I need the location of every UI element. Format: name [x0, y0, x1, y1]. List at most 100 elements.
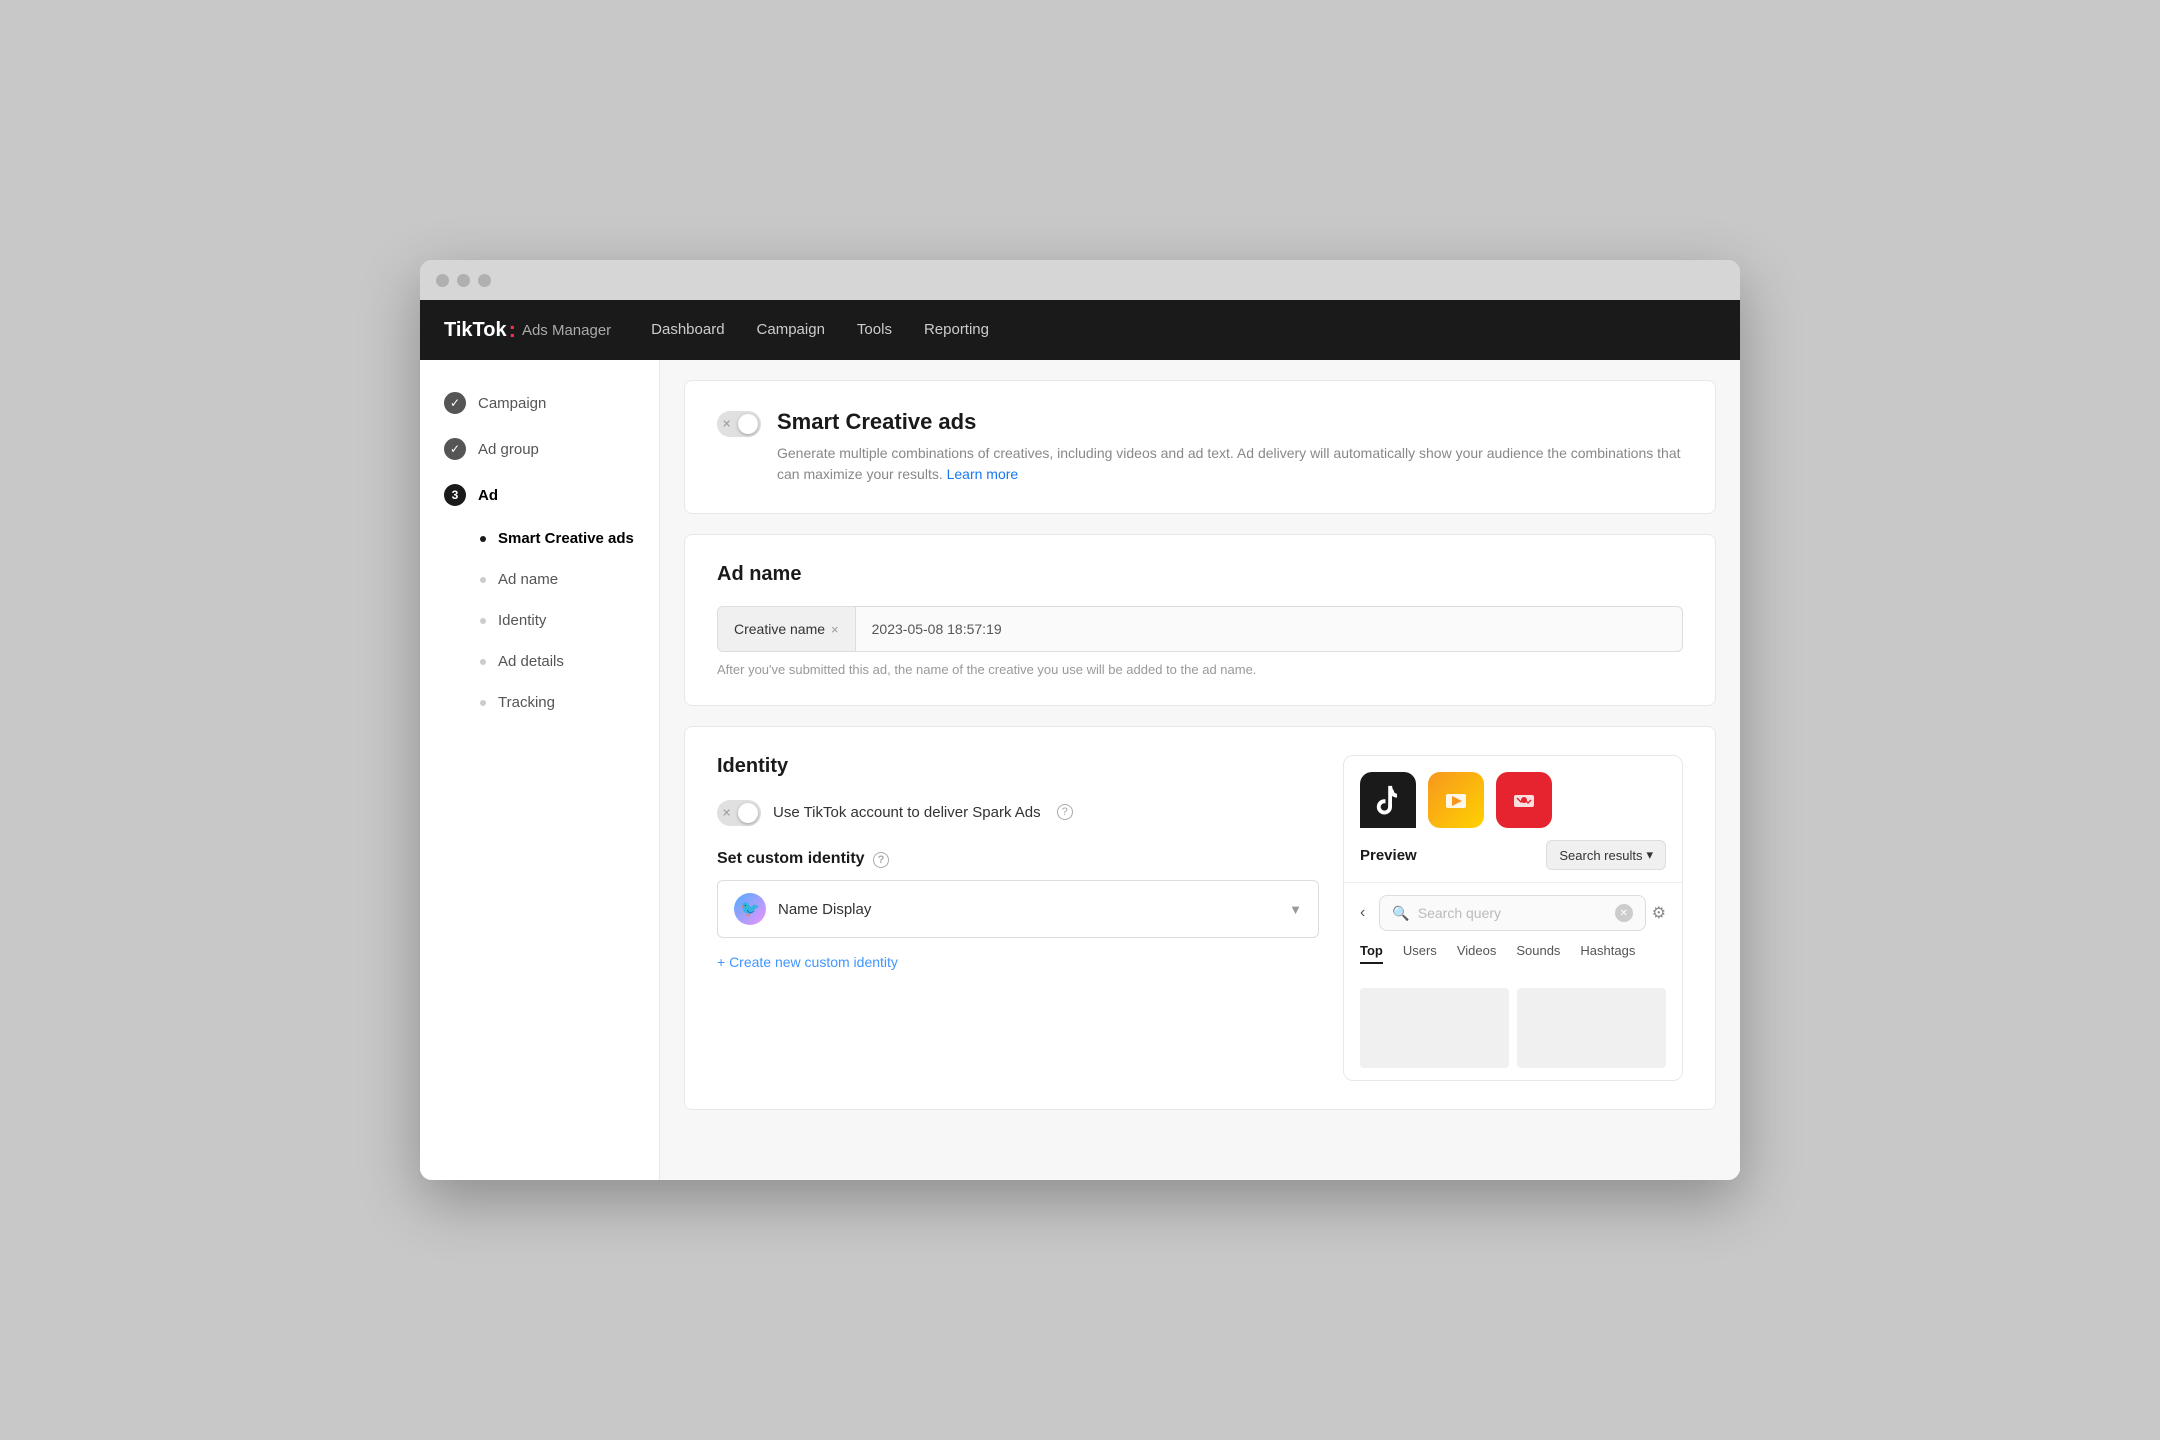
- identity-section: Identity ✕ Use TikTok account to deliver…: [717, 755, 1683, 1081]
- logo-tiktok-text: TikTok: [444, 319, 507, 342]
- ad-name-hint: After you've submitted this ad, the name…: [717, 662, 1683, 677]
- search-query-placeholder: Search query: [1418, 905, 1607, 921]
- main-layout: ✓ Campaign ✓ Ad group 3 Ad Smart Creativ…: [420, 360, 1740, 1180]
- nav-tools[interactable]: Tools: [857, 321, 892, 338]
- search-tab-top[interactable]: Top: [1360, 943, 1383, 964]
- search-results-label: Search results: [1559, 848, 1642, 863]
- ad-name-input-row: Creative name × 2023-05-08 18:57:19: [717, 606, 1683, 652]
- spark-ads-help-icon[interactable]: ?: [1057, 804, 1073, 820]
- identity-card: Identity ✕ Use TikTok account to deliver…: [684, 726, 1716, 1110]
- title-bar: [420, 260, 1740, 300]
- nav-campaign[interactable]: Campaign: [757, 321, 825, 338]
- ad-name-dot-icon: [480, 577, 486, 583]
- nav-reporting[interactable]: Reporting: [924, 321, 989, 338]
- traffic-light-1: [436, 274, 449, 287]
- traffic-light-2: [457, 274, 470, 287]
- create-identity-link[interactable]: + Create new custom identity: [717, 954, 1319, 970]
- smart-creative-desc: Generate multiple combinations of creati…: [777, 443, 1683, 485]
- sidebar-label-smart-creative: Smart Creative ads: [498, 530, 634, 547]
- identity-display-name: Name Display: [778, 901, 1277, 918]
- preview-tab-label: Preview: [1360, 847, 1538, 864]
- tag-remove-icon[interactable]: ×: [831, 622, 839, 637]
- search-results-button[interactable]: Search results ▾: [1546, 840, 1666, 870]
- sidebar-label-tracking: Tracking: [498, 694, 555, 711]
- back-button[interactable]: ‹: [1360, 900, 1373, 926]
- result-placeholder-1: [1360, 988, 1509, 1068]
- logo-dot: :: [509, 317, 516, 343]
- sidebar-item-ad[interactable]: 3 Ad: [420, 472, 659, 518]
- ad-details-dot-icon: [480, 659, 486, 665]
- result-placeholder-2: [1517, 988, 1666, 1068]
- ad-number-icon: 3: [444, 484, 466, 506]
- preview-tabs: Preview Search results ▾: [1344, 828, 1682, 883]
- search-tab-hashtags[interactable]: Hashtags: [1580, 943, 1635, 964]
- logo: TikTok : Ads Manager: [444, 317, 611, 343]
- ad-group-check-icon: ✓: [444, 438, 466, 460]
- smart-creative-header: ✕ Smart Creative ads Generate multiple c…: [717, 409, 1683, 485]
- sidebar-item-ad-group[interactable]: ✓ Ad group: [420, 426, 659, 472]
- toggle-knob: [738, 414, 758, 434]
- sidebar-label-ad-name: Ad name: [498, 571, 558, 588]
- dropdown-arrow-icon: ▼: [1289, 902, 1302, 917]
- app-window: TikTok : Ads Manager Dashboard Campaign …: [420, 260, 1740, 1180]
- spark-ads-toggle-row: ✕ Use TikTok account to deliver Spark Ad…: [717, 798, 1319, 826]
- sidebar-label-ad-details: Ad details: [498, 653, 564, 670]
- spark-toggle-x-icon: ✕: [722, 807, 731, 820]
- ad-name-tag: Creative name ×: [718, 607, 856, 651]
- ad-name-card: Ad name Creative name × 2023-05-08 18:57…: [684, 534, 1716, 706]
- traffic-light-3: [478, 274, 491, 287]
- smart-creative-text: Smart Creative ads Generate multiple com…: [777, 409, 1683, 485]
- ad-name-value: 2023-05-08 18:57:19: [856, 607, 1682, 651]
- sidebar-label-ad: Ad: [478, 487, 498, 504]
- orange-app-icon[interactable]: [1428, 772, 1484, 828]
- smart-creative-title: Smart Creative ads: [777, 409, 1683, 435]
- sidebar-item-identity[interactable]: Identity: [420, 600, 659, 641]
- topnav-links: Dashboard Campaign Tools Reporting: [651, 321, 989, 339]
- custom-identity-help-icon[interactable]: ?: [873, 852, 889, 868]
- sidebar-item-smart-creative[interactable]: Smart Creative ads: [420, 518, 659, 559]
- spark-ads-label: Use TikTok account to deliver Spark Ads: [773, 804, 1041, 821]
- sidebar-item-ad-details[interactable]: Ad details: [420, 641, 659, 682]
- search-tab-videos[interactable]: Videos: [1457, 943, 1497, 964]
- smart-creative-dot-icon: [480, 536, 486, 542]
- search-icon: 🔍: [1392, 905, 1409, 922]
- identity-section-title: Identity: [717, 755, 1319, 778]
- tracking-dot-icon: [480, 700, 486, 706]
- sidebar-item-ad-name[interactable]: Ad name: [420, 559, 659, 600]
- identity-left: Identity ✕ Use TikTok account to deliver…: [717, 755, 1319, 1081]
- sidebar: ✓ Campaign ✓ Ad group 3 Ad Smart Creativ…: [420, 360, 660, 1180]
- identity-avatar: 🐦: [734, 893, 766, 925]
- sidebar-label-campaign: Campaign: [478, 395, 546, 412]
- search-tabs: Top Users Videos Sounds Hashtags: [1360, 943, 1666, 964]
- preview-panel: Preview Search results ▾ ‹: [1343, 755, 1683, 1081]
- main-content: ✕ Smart Creative ads Generate multiple c…: [660, 360, 1740, 1180]
- learn-more-link[interactable]: Learn more: [947, 466, 1019, 482]
- search-results-area: [1344, 976, 1682, 1080]
- ad-name-section-title: Ad name: [717, 563, 1683, 586]
- smart-creative-card: ✕ Smart Creative ads Generate multiple c…: [684, 380, 1716, 514]
- spark-ads-toggle[interactable]: ✕: [717, 800, 761, 826]
- sidebar-label-ad-group: Ad group: [478, 441, 539, 458]
- identity-right: Preview Search results ▾ ‹: [1343, 755, 1683, 1081]
- custom-identity-label: Set custom identity ?: [717, 850, 1319, 868]
- sidebar-item-campaign[interactable]: ✓ Campaign: [420, 380, 659, 426]
- nav-dashboard[interactable]: Dashboard: [651, 321, 724, 338]
- sidebar-label-identity: Identity: [498, 612, 546, 629]
- search-tab-users[interactable]: Users: [1403, 943, 1437, 964]
- sidebar-item-tracking[interactable]: Tracking: [420, 682, 659, 723]
- search-clear-icon[interactable]: ✕: [1615, 904, 1633, 922]
- search-results-chevron-icon: ▾: [1646, 847, 1653, 863]
- search-tab-sounds[interactable]: Sounds: [1516, 943, 1560, 964]
- search-bar[interactable]: 🔍 Search query ✕: [1379, 895, 1645, 931]
- logo-ads-text: Ads Manager: [522, 322, 611, 339]
- campaign-check-icon: ✓: [444, 392, 466, 414]
- smart-creative-toggle[interactable]: ✕: [717, 411, 761, 437]
- tiktok-app-icon[interactable]: [1360, 772, 1416, 828]
- red-app-icon[interactable]: [1496, 772, 1552, 828]
- ad-name-tag-label: Creative name: [734, 621, 825, 637]
- spark-toggle-knob: [738, 803, 758, 823]
- search-filter-icon[interactable]: ⚙: [1652, 903, 1666, 923]
- identity-dropdown[interactable]: 🐦 Name Display ▼: [717, 880, 1319, 938]
- identity-dot-icon: [480, 618, 486, 624]
- top-navigation: TikTok : Ads Manager Dashboard Campaign …: [420, 300, 1740, 360]
